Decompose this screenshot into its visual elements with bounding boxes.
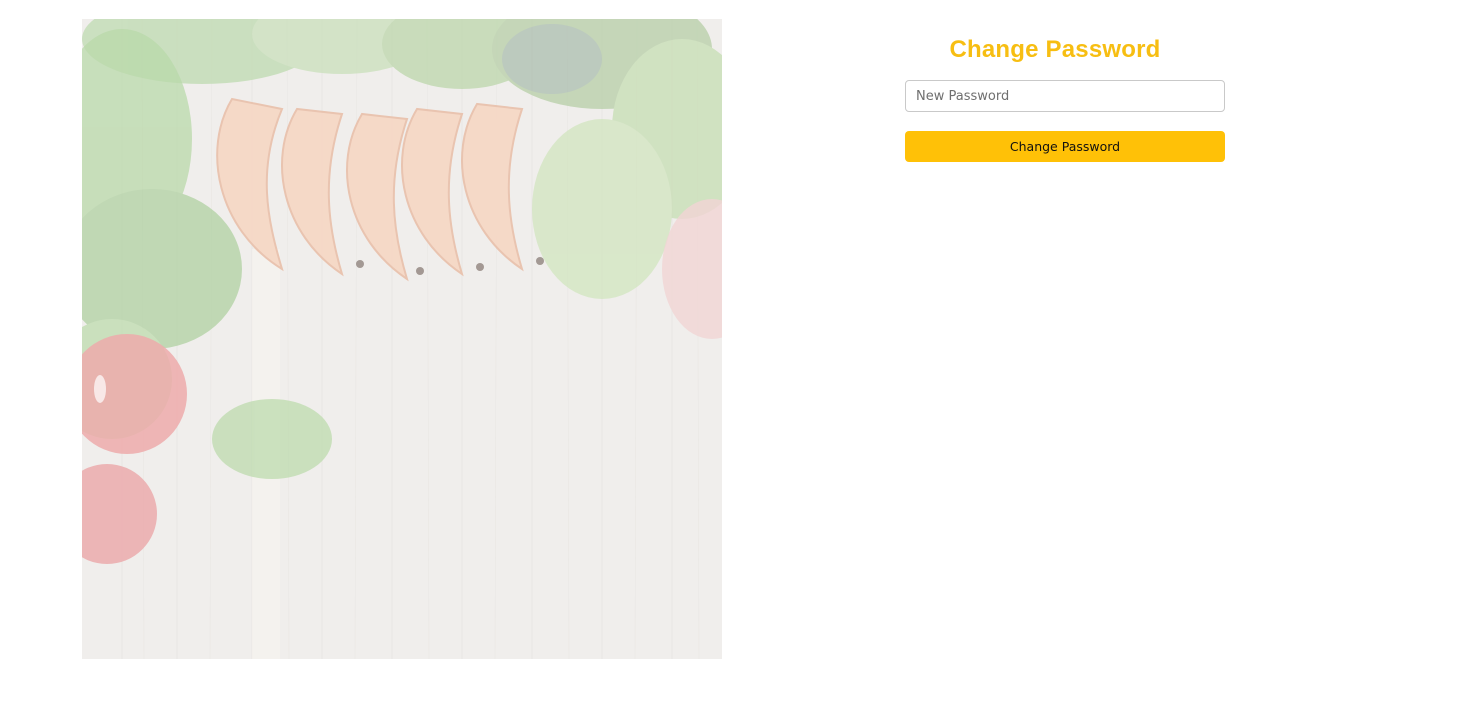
change-password-button[interactable]: Change Password — [905, 131, 1225, 162]
food-illustration — [82, 19, 722, 659]
page-title: Change Password — [949, 36, 1161, 63]
change-password-page: Change Password Change Password — [0, 0, 1472, 709]
food-background-image — [82, 19, 722, 659]
new-password-input[interactable] — [905, 80, 1225, 112]
change-password-form: Change Password Change Password — [905, 34, 1225, 162]
